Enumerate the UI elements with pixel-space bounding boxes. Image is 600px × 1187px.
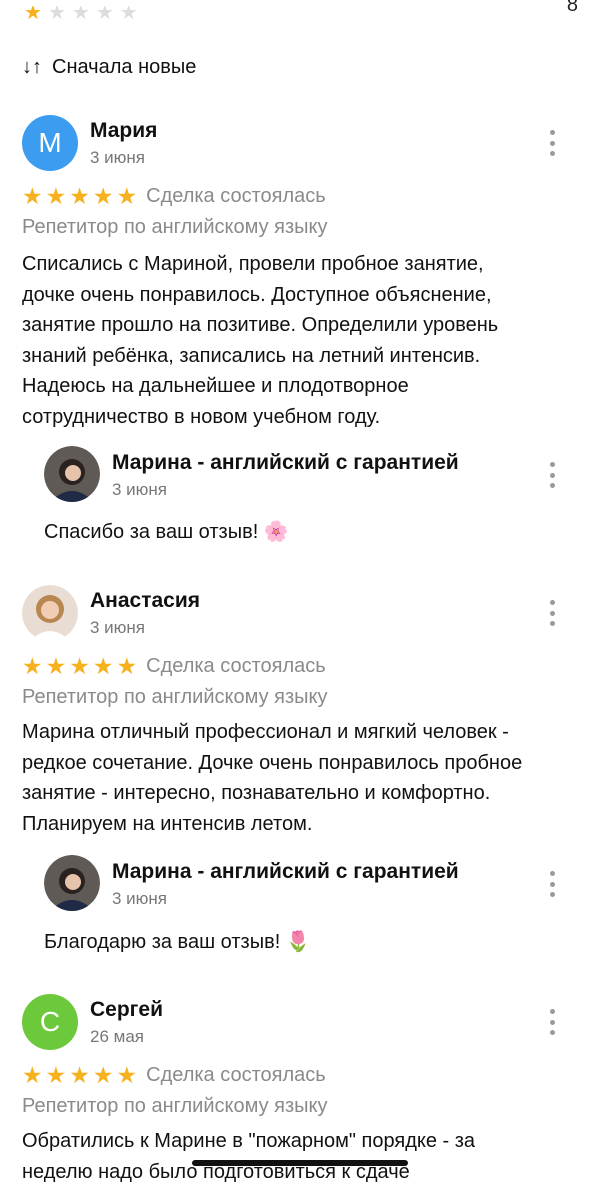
star-icon: ★ — [92, 183, 114, 209]
review-date: 26 мая — [90, 1027, 144, 1046]
star-icon: ★ — [92, 1062, 114, 1088]
service-category: Репетитор по английскому языку — [22, 216, 328, 238]
avatar[interactable] — [22, 585, 78, 641]
star-icon: ★ — [45, 653, 67, 679]
more-options-icon[interactable] — [542, 1009, 562, 1035]
review-date: 3 июня — [90, 148, 146, 167]
rating-count: 8 — [566, 0, 578, 16]
star-icon: ★ — [69, 1062, 90, 1088]
more-options-icon[interactable] — [542, 130, 562, 156]
owner-avatar[interactable] — [44, 446, 100, 502]
star-icon: ★ — [116, 183, 138, 209]
reviewer-name[interactable]: Анастасия — [90, 589, 200, 613]
star-icon: ★ — [95, 6, 114, 20]
star-icon: ★ — [69, 183, 90, 209]
owner-name[interactable]: Марина - английский с гарантией — [112, 451, 459, 475]
star-icon: ★ — [24, 6, 42, 20]
star-icon: ★ — [92, 653, 114, 679]
star-icon: ★ — [47, 6, 66, 20]
overall-rating-stars: ★ ★ ★ ★ ★ — [24, 6, 138, 20]
star-icon: ★ — [116, 653, 138, 679]
sort-button[interactable]: ↓↑ Сначала новые — [22, 56, 196, 79]
more-options-icon[interactable] — [542, 871, 562, 897]
reviewer-name[interactable]: Мария — [90, 119, 157, 143]
star-icon: ★ — [45, 1062, 67, 1088]
star-icon: ★ — [116, 1062, 138, 1088]
reply-date: 3 июня — [112, 480, 168, 499]
sort-label: Сначала новые — [52, 56, 197, 78]
review-rating: ★ ★ ★ ★ ★ Сделка состоялась — [22, 1063, 326, 1087]
review-rating: ★ ★ ★ ★ ★ Сделка состоялась — [22, 184, 326, 208]
owner-avatar[interactable] — [44, 855, 100, 911]
avatar-initial: С — [39, 1006, 61, 1037]
more-options-icon[interactable] — [542, 600, 562, 626]
reviewer-name[interactable]: Сергей — [90, 998, 163, 1022]
review-text: Обратились к Марине в "пожарном" порядке… — [22, 1130, 476, 1183]
star-icon: ★ — [45, 183, 67, 209]
avatar[interactable]: М — [22, 115, 78, 171]
owner-name[interactable]: Марина - английский с гарантией — [112, 860, 459, 884]
review-rating: ★ ★ ★ ★ ★ Сделка состоялась — [22, 654, 326, 678]
review-date: 3 июня — [90, 618, 146, 637]
star-icon: ★ — [22, 1062, 43, 1088]
home-indicator[interactable] — [192, 1160, 408, 1166]
service-category: Репетитор по английскому языку — [22, 686, 328, 708]
sort-arrows-icon: ↓↑ — [22, 56, 42, 78]
reply-date: 3 июня — [112, 889, 168, 908]
avatar-initial: М — [38, 127, 62, 158]
deal-status: Сделка состоялась — [146, 1063, 326, 1086]
more-options-icon[interactable] — [542, 462, 562, 488]
star-icon: ★ — [22, 183, 43, 209]
service-category: Репетитор по английскому языку — [22, 1095, 328, 1117]
review-text: Марина отличный профессионал и мягкий че… — [22, 721, 523, 835]
deal-status: Сделка состоялась — [146, 184, 326, 207]
reply-text: Спасибо за ваш отзыв! 🌸 — [44, 521, 289, 543]
star-icon: ★ — [119, 6, 138, 20]
reply-text: Благодарю за ваш отзыв! 🌷 — [44, 931, 311, 953]
star-icon: ★ — [69, 653, 90, 679]
deal-status: Сделка состоялась — [146, 654, 326, 677]
star-icon: ★ — [71, 6, 90, 20]
star-icon: ★ — [22, 653, 43, 679]
review-text: Списались с Мариной, провели пробное зан… — [22, 253, 499, 428]
avatar[interactable]: С — [22, 994, 78, 1050]
